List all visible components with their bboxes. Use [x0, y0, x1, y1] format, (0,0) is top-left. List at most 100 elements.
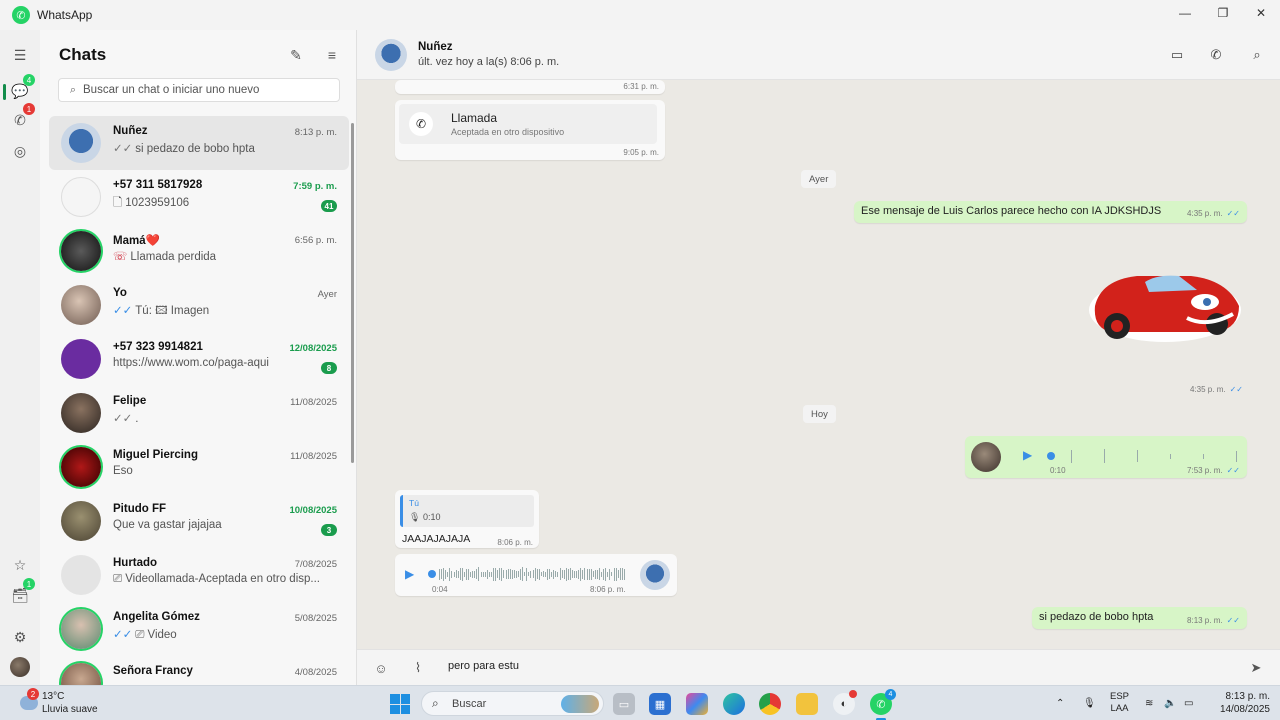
maximize-button[interactable]: ❐ — [1204, 0, 1242, 26]
message-input[interactable]: pero para estu — [448, 660, 519, 672]
battery-icon[interactable]: ▭ — [1184, 686, 1193, 720]
call-message-bubble[interactable]: ✆ Llamada Aceptada en otro dispositivo 9… — [395, 100, 665, 160]
file-explorer-icon[interactable] — [796, 693, 818, 715]
chat-item-felipe[interactable]: Felipe 11/08/2025 ✓✓. — [49, 386, 349, 440]
send-icon[interactable]: ➤ — [1246, 658, 1266, 678]
search-box[interactable]: ⌕ — [58, 78, 340, 102]
taskbar: 2 13°C Lluvia suave ⌕ Buscar ▭ ▦ ◐ ✆ 4 ⌃ … — [0, 685, 1280, 720]
calls-badge: 1 — [23, 103, 35, 115]
chat-name: Felipe — [113, 395, 147, 407]
volume-icon[interactable]: 🔈 — [1164, 686, 1176, 720]
chat-item-hurtado[interactable]: Hurtado 7/08/2025 ⎚ Videollamada-Aceptada… — [49, 548, 349, 602]
close-button[interactable]: ✕ — [1242, 0, 1280, 26]
attach-icon[interactable]: ⌇ — [408, 658, 428, 678]
chat-time: 10/08/2025 — [289, 505, 337, 516]
chat-item-senora-francy[interactable]: Señora Francy 4/08/2025 — [49, 656, 349, 685]
calls-icon[interactable]: ✆ 1 — [10, 103, 35, 130]
play-icon[interactable]: ▶ — [405, 567, 414, 581]
taskbar-search-label: Buscar — [452, 698, 487, 710]
message-bubble[interactable]: si pedazo de bobo hpta 8:13 p. m. ✓✓ — [1032, 607, 1247, 629]
starred-icon[interactable]: ☆ — [10, 555, 30, 575]
edge-icon[interactable] — [723, 693, 745, 715]
title-bar: ✆ WhatsApp — ❐ ✕ — [0, 0, 1280, 30]
search-icon[interactable]: ⌕ — [1247, 45, 1267, 65]
filter-icon[interactable]: ≡ — [322, 45, 342, 65]
taskbar-search[interactable]: ⌕ Buscar — [421, 691, 604, 716]
chats-icon[interactable]: 💬 4 — [10, 74, 35, 101]
chat-preview: Que va gastar jajajaa — [113, 519, 222, 531]
task-view-icon[interactable]: ▭ — [613, 693, 635, 715]
chat-name: +57 311 5817928 — [113, 179, 203, 191]
emoji-icon[interactable]: ☺ — [371, 658, 391, 678]
status-icon[interactable]: ◎ — [10, 141, 30, 161]
chat-item-miguel-piercing[interactable]: Miguel Piercing 11/08/2025 Eso — [49, 440, 349, 494]
chrome-icon[interactable] — [759, 693, 781, 715]
input-language[interactable]: ESP LAA — [1110, 691, 1129, 715]
voice-message-bubble[interactable]: ▶ 0:10 7:53 p. m. ✓✓ — [965, 436, 1247, 478]
message-meta: 4:35 p. m. ✓✓ — [1190, 385, 1243, 394]
audio-duration: 0:10 — [1050, 466, 1066, 475]
microphone-icon[interactable]: 🎙 — [1083, 686, 1096, 720]
chat-list-scrollbar[interactable] — [351, 123, 354, 463]
hidden-icons-chevron-icon[interactable]: ⌃ — [1056, 686, 1064, 720]
read-ticks-icon: ✓✓ — [113, 305, 133, 317]
avatar — [61, 393, 101, 433]
conversation-header[interactable]: Nuñez últ. vez hoy a la(s) 8:06 p. m. ▭ … — [357, 30, 1280, 80]
message-time: 6:31 p. m. — [623, 82, 659, 91]
start-button[interactable] — [390, 694, 410, 714]
chat-item-pitudo-ff[interactable]: Pitudo FF 10/08/2025 Que va gastar jajaj… — [49, 494, 349, 548]
read-ticks-icon: ✓✓ — [113, 413, 133, 425]
store-icon[interactable]: ▦ — [649, 693, 671, 715]
minimize-button[interactable]: — — [1166, 0, 1204, 26]
contact-name[interactable]: Nuñez — [418, 41, 453, 53]
search-icon: ⌕ — [69, 83, 77, 96]
sticker-race-car[interactable] — [1087, 266, 1243, 344]
message-text: Ese mensaje de Luis Carlos parece hecho … — [861, 205, 1162, 217]
chat-list-panel: Chats ✎ ≡ ⌕ Nuñez 8:13 p. m. ✓✓si pedazo… — [40, 30, 357, 685]
reply-message-bubble[interactable]: Tú 🎙 0:10 JAAJAJAJAJA 8:06 p. m. — [395, 490, 539, 548]
message-text: si pedazo de bobo hpta — [1039, 611, 1154, 623]
message-bubble[interactable]: 6:31 p. m. — [395, 80, 665, 94]
chat-item-3239914821[interactable]: +57 323 9914821 12/08/2025 https://www.w… — [49, 332, 349, 386]
new-chat-icon[interactable]: ✎ — [286, 45, 306, 65]
whatsapp-taskbar-icon[interactable]: ✆ 4 — [870, 689, 896, 720]
voice-message-bubble[interactable]: ▶ 0:04 8:06 p. m. — [395, 554, 677, 596]
chat-item-mama[interactable]: Mamá❤️ 6:56 p. m. ☏ Llamada perdida — [49, 224, 349, 278]
quoted-message[interactable]: Tú 🎙 0:10 — [400, 495, 534, 527]
archived-icon[interactable]: 🗃 1 — [10, 578, 35, 605]
voice-call-icon[interactable]: ✆ — [1206, 45, 1226, 65]
quoted-audio: 🎙 0:10 — [409, 512, 441, 522]
chat-time: Ayer — [317, 289, 337, 300]
message-time: 8:06 p. m. — [497, 538, 533, 547]
profile-avatar[interactable] — [10, 657, 30, 677]
chat-item-angelita-gomez[interactable]: Angelita Gómez 5/08/2025 ✓✓ ⎚ Video — [49, 602, 349, 656]
chat-preview: 🗋 1023959106 — [113, 197, 190, 209]
wifi-icon[interactable]: ≋ — [1145, 686, 1153, 720]
app-icon[interactable]: ◐ — [833, 690, 857, 715]
message-meta: 8:13 p. m. ✓✓ — [1187, 616, 1240, 625]
search-icon: ⌕ — [432, 696, 439, 710]
message-meta: 7:53 p. m. ✓✓ — [1187, 466, 1240, 475]
search-input[interactable] — [83, 84, 333, 96]
message-bubble[interactable]: Ese mensaje de Luis Carlos parece hecho … — [854, 201, 1247, 223]
chat-item-yo[interactable]: Yo Ayer ✓✓ Tú: 🖾 Imagen — [49, 278, 349, 332]
contact-avatar[interactable] — [375, 39, 407, 71]
copilot-icon[interactable] — [686, 693, 708, 715]
chat-item-nunez[interactable]: Nuñez 8:13 p. m. ✓✓ si pedazo de bobo hpt… — [49, 116, 349, 170]
settings-icon[interactable]: ⚙ — [10, 627, 30, 647]
notification-dot — [849, 690, 857, 698]
play-icon[interactable]: ▶ — [1023, 448, 1032, 462]
read-ticks-icon: ✓✓ — [1226, 616, 1240, 625]
language-code: ESP — [1110, 691, 1130, 702]
system-clock[interactable]: 8:13 p. m. 14/08/2025 — [1220, 690, 1270, 716]
microphone-icon: 🎙 — [409, 512, 421, 522]
audio-scrubber[interactable] — [428, 570, 436, 578]
chat-item-3115817928[interactable]: +57 311 5817928 7:59 p. m. 🗋 1023959106 4… — [49, 170, 349, 224]
weather-widget[interactable]: 2 13°C Lluvia suave — [20, 688, 100, 718]
video-call-icon[interactable]: ▭ — [1167, 45, 1187, 65]
audio-scrubber[interactable] — [1047, 452, 1055, 460]
sender-avatar — [971, 442, 1001, 472]
call-card[interactable]: ✆ Llamada Aceptada en otro dispositivo — [399, 104, 657, 144]
chat-preview: ☏ Llamada perdida — [113, 251, 217, 263]
menu-icon[interactable]: ☰ — [10, 45, 30, 65]
